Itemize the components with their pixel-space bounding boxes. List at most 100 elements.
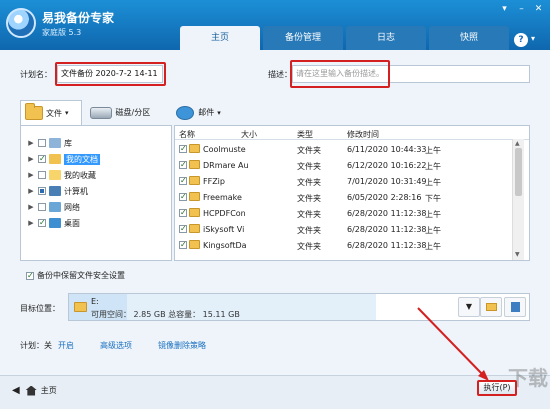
tab-snapshot[interactable]: 快照 (429, 26, 509, 50)
checkbox[interactable] (179, 193, 187, 201)
tree-item-library[interactable]: ▶ 库 (27, 136, 72, 150)
checkbox[interactable] (179, 177, 187, 185)
chevron-down-icon[interactable]: ▾ (531, 34, 535, 43)
table-row[interactable]: Coolmuste 文件夹 6/11/2020 10:44:33上午 (175, 141, 515, 157)
tree-item-favorites[interactable]: ▶ 我的收藏 (27, 168, 96, 182)
source-tabs: 文件 ▾ 磁盘/分区 邮件 ▾ (20, 100, 233, 125)
file-modified-ampm: 上午 (425, 146, 441, 155)
checkbox[interactable] (38, 203, 46, 211)
expand-icon[interactable]: ▶ (27, 139, 35, 147)
column-header-size[interactable]: 大小 (241, 129, 257, 140)
advanced-options-link[interactable]: 高级选项 (100, 340, 132, 351)
image-delete-policy-link[interactable]: 镜像删除策略 (158, 340, 206, 351)
file-modified-ampm: 上午 (425, 242, 441, 251)
documents-folder-icon (49, 154, 61, 164)
home-label: 主页 (40, 386, 57, 395)
expand-icon[interactable]: ▶ (27, 219, 35, 227)
save-icon[interactable] (504, 297, 526, 317)
tree-item-label: 桌面 (64, 218, 80, 228)
checkbox[interactable] (38, 155, 46, 163)
column-header-modified[interactable]: 修改时间 (347, 129, 379, 140)
file-name: HCPDFCon (203, 209, 246, 218)
tree-item-desktop[interactable]: ▶ 桌面 (27, 216, 80, 230)
table-row[interactable]: HCPDFCon 文件夹 6/28/2020 11:12:38上午 (175, 205, 515, 221)
table-row[interactable]: KingsoftDa 文件夹 6/28/2020 11:12:38上午 (175, 237, 515, 253)
computer-icon (49, 186, 61, 196)
back-arrow-icon[interactable]: ◀ (12, 385, 20, 396)
tree-item-network[interactable]: ▶ 网络 (27, 200, 80, 214)
file-modified-ampm: 上午 (425, 162, 441, 171)
tree-item-documents[interactable]: ▶ 我的文档 (27, 152, 100, 166)
expand-icon[interactable]: ▶ (27, 155, 35, 163)
scrollbar-thumb[interactable] (515, 148, 522, 196)
checkbox[interactable] (179, 209, 187, 217)
file-modified: 6/28/2020 11:12:38 (347, 241, 427, 250)
tree-item-label: 我的文档 (64, 153, 100, 165)
tab-log[interactable]: 日志 (346, 26, 426, 50)
target-path-field[interactable] (376, 294, 456, 320)
target-location[interactable]: E: 可用空间： 2.85 GB 总容量： 15.11 GB ▼ (68, 293, 530, 321)
checkbox[interactable] (38, 219, 46, 227)
tree-item-label: 计算机 (64, 186, 88, 196)
file-list: 名称 大小 类型 修改时间 Coolmuste 文件夹 6/11/2020 10:4… (174, 125, 530, 261)
column-header-type[interactable]: 类型 (297, 129, 313, 140)
expand-icon[interactable]: ▶ (27, 171, 35, 179)
tab-disk-partition[interactable]: 磁盘/分区 (86, 100, 163, 125)
file-modified: 6/11/2020 10:44:33 (347, 145, 427, 154)
chevron-down-icon[interactable]: ▾ (217, 109, 221, 117)
watermark: 下载 (508, 366, 548, 390)
minimize-icon[interactable]: – (514, 3, 529, 15)
scroll-up-icon[interactable]: ▲ (515, 140, 520, 147)
checkbox[interactable] (38, 171, 46, 179)
table-row[interactable]: FFZip 文件夹 7/01/2020 10:31:49上午 (175, 173, 515, 189)
file-type: 文件夹 (297, 178, 321, 187)
tab-home[interactable]: 主页 (180, 26, 260, 50)
home-button[interactable]: ◀ 主页 (12, 385, 57, 396)
table-row[interactable]: Freemake 文件夹 6/05/2020 2:28:16下午 (175, 189, 515, 205)
tab-mail[interactable]: 邮件 ▾ (172, 100, 233, 125)
file-name: Coolmuste (203, 145, 246, 154)
tab-files-label: 文件 (46, 108, 62, 118)
help-icon[interactable]: ? (514, 33, 528, 47)
browse-folder-icon[interactable] (480, 297, 502, 317)
folder-icon (189, 160, 200, 169)
table-row[interactable]: iSkysoft Vi 文件夹 6/28/2020 11:12:38上午 (175, 221, 515, 237)
file-name: Freemake (203, 193, 242, 202)
close-icon[interactable]: ✕ (531, 3, 546, 15)
checkbox[interactable] (179, 161, 187, 169)
checkbox[interactable] (179, 225, 187, 233)
file-modified: 6/28/2020 11:12:38 (347, 209, 427, 218)
highlight-box (290, 60, 390, 88)
vertical-scrollbar[interactable]: ▲ ▼ (512, 139, 524, 260)
folder-icon (25, 103, 43, 120)
tab-files[interactable]: 文件 ▾ (20, 100, 82, 125)
file-modified: 6/05/2020 2:28:16 (347, 193, 422, 202)
tree-item-label: 我的收藏 (64, 170, 96, 180)
table-row[interactable]: DRmare Au 文件夹 6/12/2020 10:16:22上午 (175, 157, 515, 173)
favorites-icon (49, 170, 61, 180)
dropdown-icon[interactable]: ▼ (458, 297, 480, 317)
file-modified-ampm: 上午 (425, 178, 441, 187)
expand-icon[interactable]: ▶ (27, 187, 35, 195)
schedule-enable-link[interactable]: 开启 (58, 340, 74, 351)
column-header-name[interactable]: 名称 (179, 129, 195, 140)
dropdown-icon[interactable]: ▾ (497, 3, 512, 15)
checkbox[interactable] (179, 145, 187, 153)
file-modified: 7/01/2020 10:31:49 (347, 177, 427, 186)
tree-item-computer[interactable]: ▶ 计算机 (27, 184, 88, 198)
checkbox[interactable] (38, 139, 46, 147)
checkbox[interactable] (179, 241, 187, 249)
checkbox[interactable] (38, 187, 46, 195)
desktop-icon (49, 218, 61, 228)
scroll-down-icon[interactable]: ▼ (515, 251, 520, 258)
keep-security-settings-option[interactable]: 备份中保留文件安全设置 (26, 270, 125, 281)
tab-backup-management[interactable]: 备份管理 (263, 26, 343, 50)
chevron-down-icon[interactable]: ▾ (65, 109, 69, 117)
folder-icon (189, 224, 200, 233)
target-drive: E: (91, 297, 99, 306)
checkbox[interactable] (26, 271, 34, 280)
folder-icon (189, 192, 200, 201)
disk-icon (89, 106, 112, 119)
app-edition: 家庭版 5.3 (42, 28, 82, 37)
expand-icon[interactable]: ▶ (27, 203, 35, 211)
